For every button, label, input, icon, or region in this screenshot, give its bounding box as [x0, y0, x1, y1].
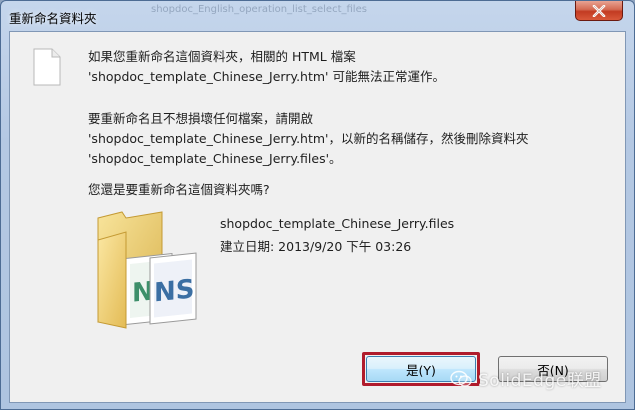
message-line: 要重新命名且不想損壞任何檔案，請開啟: [88, 111, 314, 126]
svg-text:NS: NS: [154, 274, 194, 308]
folder-name: shopdoc_template_Chinese_Jerry.files: [220, 216, 455, 231]
message-line: 'shopdoc_template_Chinese_Jerry.htm' 可能無…: [88, 69, 445, 84]
wechat-icon: [450, 370, 472, 387]
close-button[interactable]: [575, 1, 623, 21]
watermark-text: SolidEdge联盟: [478, 371, 602, 391]
folder-created-date: 建立日期: 2013/9/20 下午 03:26: [220, 239, 412, 254]
question-text: 您還是要重新命名這個資料夾嗎?: [88, 182, 270, 197]
title-bar[interactable]: shopdoc_English_operation_list_select_fi…: [1, 1, 634, 31]
background-tab-text: shopdoc_English_operation_list_select_fi…: [151, 4, 367, 15]
message-line: 如果您重新命名這個資料夾，相關的 HTML 檔案: [88, 49, 356, 64]
folder-icon: NS NS: [97, 211, 197, 329]
message-line: 'shopdoc_template_Chinese_Jerry.files'。: [88, 151, 342, 166]
watermark: SolidEdge联盟: [450, 366, 602, 391]
dialog-title: 重新命名資料夾: [9, 11, 97, 26]
message-line: 'shopdoc_template_Chinese_Jerry.htm'，以新的…: [88, 131, 529, 146]
close-icon: [592, 4, 606, 17]
dialog-content: 如果您重新命名這個資料夾，相關的 HTML 檔案 'shopdoc_templa…: [9, 31, 626, 403]
document-icon: [33, 48, 61, 86]
dialog-window: shopdoc_English_operation_list_select_fi…: [0, 0, 635, 410]
